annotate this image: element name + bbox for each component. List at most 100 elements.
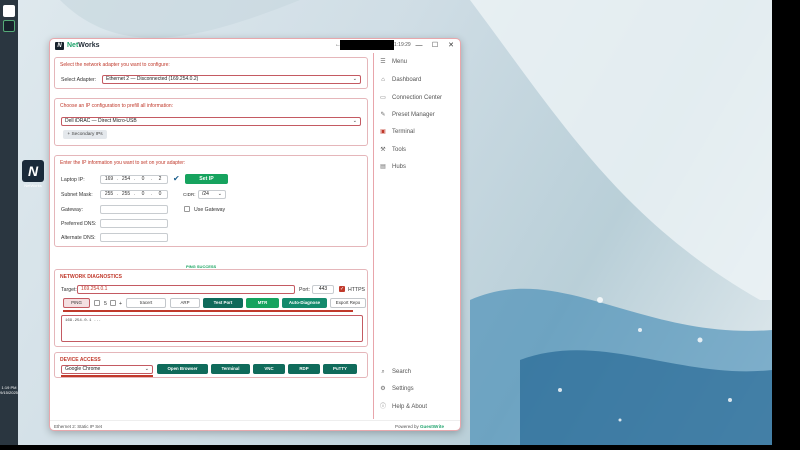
laptop-ip-input[interactable]: 169 . 254 . 0 . 2 [100,175,168,184]
sidebar-item-settings[interactable]: ⚙ Settings [379,384,413,394]
sidebar-item-help[interactable]: ⓘ Help & About [379,402,427,412]
device-access-title: DEVICE ACCESS [60,357,101,363]
rdp-button[interactable]: RDP [288,364,320,374]
status-text: Ethernet 2: Static IP Set [54,424,102,429]
secondary-ips-button[interactable]: + Secondary IPs [63,130,107,139]
app-logo-icon: N [55,42,64,50]
taskbar: 1:19 PM 9/15/2025 [0,0,18,445]
ip-info-panel: Enter the IP information you want to set… [54,155,368,247]
adapter-select[interactable]: Ethernet 2 — Disconnected (169.254.0.2) … [102,75,361,84]
sidebar-item-connection-center[interactable]: ▭ Connection Center [379,93,442,103]
diagnostics-panel: NETWORK DIAGNOSTICS Target: 169.254.0.1 … [54,269,368,347]
taskbar-clock[interactable]: 1:19 PM 9/15/2025 [0,385,18,395]
hubs-icon: ▤ [380,164,386,170]
chevron-down-icon: ⌄ [144,366,149,372]
home-icon: ⌂ [381,77,385,83]
ip-octet: 2 [158,176,162,182]
preferred-dns-input[interactable] [100,219,168,228]
use-gateway-label: Use Gateway [194,207,226,213]
networks-desktop-icon[interactable]: N [22,160,44,182]
adapter-section-title: Select the network adapter you want to c… [60,62,170,68]
ping-button[interactable]: PING [63,298,90,308]
diagnostics-title: NETWORK DIAGNOSTICS [60,274,122,280]
mtr-button[interactable]: MTR [246,298,279,308]
app-window: N NetWorks ← 1:19:29 — ☐ ✕ Select the ne… [49,38,461,431]
adapter-panel: Select the network adapter you want to c… [54,57,368,89]
export-report-button[interactable]: Export Repo [330,298,366,308]
desktop-icon-label: NetWorks [24,183,42,188]
taskbar-date: 9/15/2025 [0,390,18,395]
maximize-button[interactable]: ☐ [430,41,440,51]
target-input[interactable]: 169.254.0.1 [77,285,295,294]
https-label: HTTPS [348,287,366,293]
auto-diagnose-button[interactable]: Auto-Diagnose [282,298,327,308]
ip-octet: 169 [104,176,114,182]
main-content: Select the network adapter you want to c… [50,53,372,419]
sidebar-item-search[interactable]: ⌕ Search [379,367,411,377]
count-checkbox[interactable] [94,300,100,306]
networks-taskbar-icon[interactable] [3,20,15,32]
sidebar-menu[interactable]: ☰ Menu [379,57,407,67]
alternate-dns-input[interactable] [100,233,168,242]
open-browser-button[interactable]: Open Browser [157,364,208,374]
sidebar-item-tools[interactable]: ⚒ Tools [379,145,406,155]
cidr-select[interactable]: /24 ⌄ [198,190,226,199]
sidebar-item-hubs[interactable]: ▤ Hubs [379,162,406,172]
plus-label: + [119,301,123,307]
terminal-icon: ▣ [380,129,386,135]
laptop-ip-label: Laptop IP: [61,177,85,183]
preset-select[interactable]: Dell iDRAC — Direct Micro-USB ⌄ [61,117,361,126]
target-label: Target: [61,287,77,293]
gateway-input[interactable] [100,205,168,214]
ip-octet: 254 [121,176,131,182]
tracert-button[interactable]: tracert [126,298,166,308]
alternate-dns-label: Alternate DNS: [61,235,96,241]
count-label: 5 [104,301,107,307]
black-bar-bottom [0,445,800,450]
chevron-down-icon: ⌄ [352,76,357,82]
vnc-button[interactable]: VNC [253,364,285,374]
sidebar-item-terminal[interactable]: ▣ Terminal [379,127,415,137]
https-checkbox[interactable]: ✓ [339,286,345,292]
putty-button[interactable]: PuTTY [323,364,357,374]
sidebar-item-dashboard[interactable]: ⌂ Dashboard [379,75,421,85]
black-bar-right [772,0,800,450]
ip-octet: 0 [158,191,162,197]
continuous-checkbox[interactable] [110,300,116,306]
powered-by: Powered by GuestWrite [395,424,444,429]
select-adapter-label: Select Adapter: [61,77,97,83]
title-time: 1:19:29 [394,42,411,48]
help-icon: ⓘ [379,404,386,410]
diagnostics-output[interactable]: 169.254.0.1 ... [61,315,363,342]
cidr-select-value: /24 [202,191,209,197]
close-button[interactable]: ✕ [446,41,456,51]
ip-section-title: Enter the IP information you want to set… [60,160,186,166]
preset-select-value: Dell iDRAC — Direct Micro-USB [65,118,137,124]
monitor-icon: ▭ [380,95,386,101]
subnet-mask-input[interactable]: 255 . 255 . 0 . 0 [100,190,168,199]
port-input[interactable]: 443 [312,285,334,294]
subnet-mask-label: Subnet Mask: [61,192,93,198]
checkmark-icon: ✔ [173,174,180,183]
status-bar: Ethernet 2: Static IP Set Powered by Gue… [50,420,460,430]
sidebar-item-preset-manager[interactable]: ✎ Preset Manager [379,110,434,120]
redacted-area [340,40,394,50]
sidebar: ☰ Menu ⌂ Dashboard ▭ Connection Center ✎ Pre… [373,53,460,419]
app-title: NetWorks [67,42,100,49]
device-access-panel: DEVICE ACCESS Google Chrome ⌄ Open Brows… [54,352,368,378]
browser-select[interactable]: Google Chrome ⌄ [61,365,153,374]
use-gateway-checkbox[interactable] [184,206,190,212]
browser-select-value: Google Chrome [65,366,101,372]
terminal-button[interactable]: Terminal [211,364,250,374]
minimize-button[interactable]: — [414,41,424,51]
title-bar[interactable]: N NetWorks ← 1:19:29 — ☐ ✕ [50,39,460,53]
start-icon[interactable] [3,5,15,17]
tools-icon: ⚒ [380,147,386,153]
set-ip-button[interactable]: Set IP [185,174,228,184]
cidr-label: CIDR: [183,192,196,197]
button-row-underline [63,310,353,312]
test-port-button[interactable]: Test Port [203,298,243,308]
arp-button[interactable]: ARP [170,298,200,308]
browser-underline [61,375,153,377]
chevron-down-icon: ⌄ [352,118,357,124]
